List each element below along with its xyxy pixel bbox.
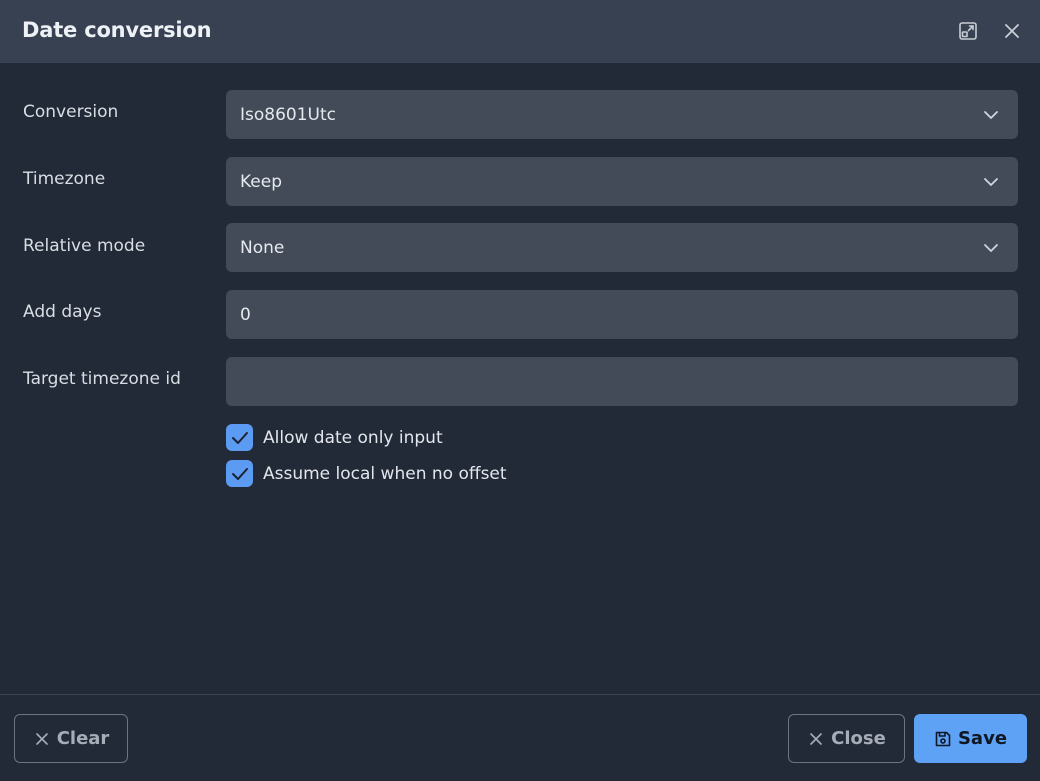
timezone-select[interactable]: Keep (226, 157, 1018, 206)
close-icon (807, 730, 825, 748)
add-days-label: Add days (23, 302, 102, 322)
close-button-label: Close (831, 728, 886, 749)
maximize-icon[interactable] (957, 20, 979, 42)
dialog-title: Date conversion (22, 18, 212, 42)
close-icon[interactable] (1001, 20, 1023, 42)
target-timezone-id-input[interactable] (226, 357, 1018, 406)
allow-date-only-label: Allow date only input (263, 427, 443, 448)
timezone-value: Keep (240, 171, 283, 192)
allow-date-only-checkbox[interactable] (226, 424, 253, 451)
dialog-titlebar: Date conversion (0, 0, 1040, 63)
floppy-disk-icon (934, 730, 952, 748)
relative-mode-value: None (240, 237, 285, 258)
assume-local-checkbox[interactable] (226, 460, 253, 487)
assume-local-option[interactable]: Assume local when no offset (226, 460, 507, 487)
conversion-label: Conversion (23, 102, 119, 122)
relative-mode-select[interactable]: None (226, 223, 1018, 272)
allow-date-only-option[interactable]: Allow date only input (226, 424, 443, 451)
clear-button[interactable]: Clear (14, 714, 128, 763)
check-icon (231, 467, 248, 480)
save-button[interactable]: Save (914, 714, 1027, 763)
chevron-down-icon (982, 239, 1000, 257)
date-conversion-dialog: Date conversion Conversion Iso8601Utc Ti… (0, 0, 1040, 781)
relative-mode-label: Relative mode (23, 236, 146, 256)
chevron-down-icon (982, 106, 1000, 124)
chevron-down-icon (982, 173, 1000, 191)
add-days-input[interactable]: 0 (226, 290, 1018, 339)
conversion-value: Iso8601Utc (240, 104, 336, 125)
conversion-select[interactable]: Iso8601Utc (226, 90, 1018, 139)
timezone-label: Timezone (23, 169, 106, 189)
assume-local-label: Assume local when no offset (263, 463, 507, 484)
check-icon (231, 431, 248, 444)
close-button[interactable]: Close (788, 714, 905, 763)
save-button-label: Save (957, 728, 1008, 749)
clear-button-label: Clear (56, 728, 110, 749)
close-icon (33, 730, 51, 748)
add-days-value: 0 (240, 304, 251, 325)
target-timezone-id-label: Target timezone id (23, 369, 181, 389)
footer-divider (0, 694, 1040, 695)
